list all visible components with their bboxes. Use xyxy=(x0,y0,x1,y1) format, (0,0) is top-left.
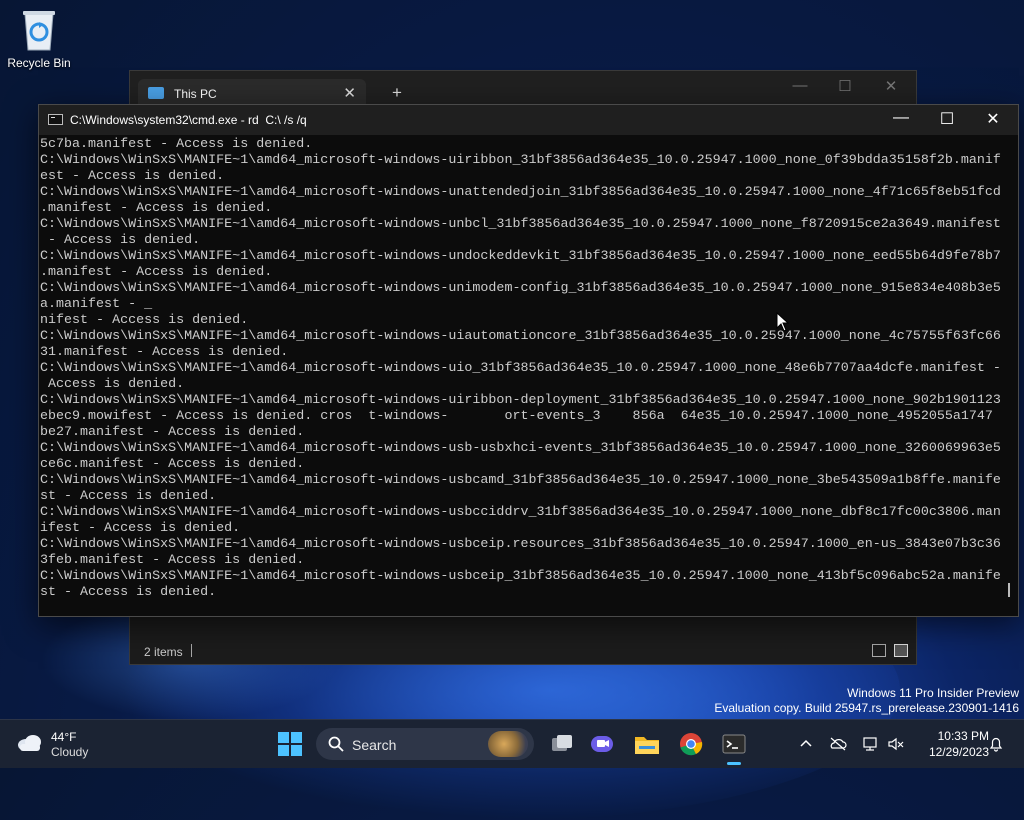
console-line: - Access is denied. xyxy=(40,233,201,248)
windows-logo-icon xyxy=(278,732,302,756)
console-line: ce6c.manifest - Access is denied. xyxy=(40,457,305,472)
chat-icon xyxy=(591,736,613,752)
task-view-icon xyxy=(552,735,572,751)
weather-temp: 44°F xyxy=(51,730,77,744)
console-line: est - Access is denied. xyxy=(40,169,225,184)
start-button[interactable] xyxy=(274,728,306,760)
onedrive-offline-icon[interactable] xyxy=(829,736,847,752)
console-line: C:\Windows\WinSxS\MANIFE~1\amd64_microso… xyxy=(40,329,1001,344)
search-label: Search xyxy=(352,737,397,753)
console-icon xyxy=(48,114,63,125)
folder-icon xyxy=(635,737,659,754)
console-line: C:\Windows\WinSxS\MANIFE~1\amd64_microso… xyxy=(40,569,1001,584)
console-line: st - Access is denied. xyxy=(40,585,217,600)
explorer-close-button[interactable]: ✕ xyxy=(876,77,906,95)
terminal-taskbar-button[interactable] xyxy=(718,728,750,760)
search-icon xyxy=(328,736,344,752)
console-line: 3feb.manifest - Access is denied. xyxy=(40,553,305,568)
console-line: C:\Windows\WinSxS\MANIFE~1\amd64_microso… xyxy=(40,473,1001,488)
taskbar: 44°F Cloudy Search 10:33 PM 12/29/2023 xyxy=(0,719,1024,768)
recycle-bin-label: Recycle Bin xyxy=(7,56,71,70)
console-line: Access is denied. xyxy=(40,377,185,392)
cmd-title: C:\Windows\system32\cmd.exe - rd C:\ /s … xyxy=(70,113,307,127)
weather-condition: Cloudy xyxy=(51,745,89,759)
tiles-view-icon[interactable] xyxy=(894,644,908,657)
teams-chat-button[interactable] xyxy=(586,728,618,760)
console-line: C:\Windows\WinSxS\MANIFE~1\amd64_microso… xyxy=(40,185,1001,200)
console-line: 31.manifest - Access is denied. xyxy=(40,345,289,360)
console-line: C:\Windows\WinSxS\MANIFE~1\amd64_microso… xyxy=(40,505,1001,520)
search-highlight-icon xyxy=(488,731,528,757)
explorer-statusbar: 2 items xyxy=(130,638,916,664)
console-line: a.manifest - _ xyxy=(40,297,153,312)
explorer-minimize-button[interactable]: — xyxy=(785,77,815,94)
console-line: C:\Windows\WinSxS\MANIFE~1\amd64_microso… xyxy=(40,281,1001,296)
console-line: C:\Windows\WinSxS\MANIFE~1\amd64_microso… xyxy=(40,441,1001,456)
notification-bell-icon[interactable] xyxy=(987,736,1005,752)
terminal-icon xyxy=(722,734,746,754)
console-line: ebec9.mowifest - Access is denied. cros … xyxy=(40,409,993,424)
cmd-minimize-button[interactable]: — xyxy=(881,109,921,127)
volume-muted-icon[interactable] xyxy=(887,736,905,752)
cmd-titlebar[interactable]: C:\Windows\system32\cmd.exe - rd C:\ /s … xyxy=(39,105,1018,135)
cmd-close-button[interactable]: ✕ xyxy=(973,109,1013,129)
console-line: C:\Windows\WinSxS\MANIFE~1\amd64_microso… xyxy=(40,393,1001,408)
console-line: ifest - Access is denied. xyxy=(40,521,241,536)
file-explorer-taskbar-button[interactable] xyxy=(631,728,663,760)
console-line: .manifest - Access is denied. xyxy=(40,201,273,216)
recycle-bin-icon xyxy=(20,8,58,52)
console-line: .manifest - Access is denied. xyxy=(40,265,273,280)
chrome-taskbar-button[interactable] xyxy=(675,728,707,760)
console-line: 5c7ba.manifest - Access is denied. xyxy=(40,137,313,152)
console-line: C:\Windows\WinSxS\MANIFE~1\amd64_microso… xyxy=(40,361,1001,376)
console-scrollbar[interactable] xyxy=(1008,583,1010,597)
console-line: C:\Windows\WinSxS\MANIFE~1\amd64_microso… xyxy=(40,153,1001,168)
recycle-bin-shortcut[interactable]: Recycle Bin xyxy=(6,8,72,70)
mouse-cursor-icon xyxy=(776,312,790,332)
task-view-button[interactable] xyxy=(546,728,578,760)
status-separator xyxy=(191,644,192,657)
show-hidden-icons-chevron-icon[interactable] xyxy=(797,736,815,752)
console-line: st - Access is denied. xyxy=(40,489,217,504)
cmd-maximize-button[interactable]: ☐ xyxy=(927,109,967,129)
console-line: be27.manifest - Access is denied. xyxy=(40,425,305,440)
watermark-edition: Windows 11 Pro Insider Preview xyxy=(847,686,1019,700)
monitor-icon xyxy=(148,87,164,99)
clock[interactable]: 10:33 PM 12/29/2023 xyxy=(929,728,989,760)
item-count: 2 items xyxy=(144,645,183,659)
new-tab-button[interactable]: + xyxy=(392,83,402,103)
cmd-window[interactable]: C:\Windows\system32\cmd.exe - rd C:\ /s … xyxy=(38,104,1019,617)
clock-date: 12/29/2023 xyxy=(928,745,989,759)
evaluation-watermark: Windows 11 Pro Insider Preview Evaluatio… xyxy=(714,686,1019,716)
console-output[interactable]: 5c7ba.manifest - Access is denied. C:\Win… xyxy=(40,137,1004,609)
chrome-icon xyxy=(680,733,703,756)
console-line: C:\Windows\WinSxS\MANIFE~1\amd64_microso… xyxy=(40,217,1001,232)
tab-label: This PC xyxy=(174,87,217,101)
clock-time: 10:33 PM xyxy=(937,729,989,743)
active-app-indicator xyxy=(727,762,741,765)
tab-close-icon[interactable]: ✕ xyxy=(343,84,356,102)
cloud-icon xyxy=(18,735,41,751)
details-view-icon[interactable] xyxy=(872,644,886,657)
watermark-build: Evaluation copy. Build 25947.rs_prerelea… xyxy=(714,701,1019,715)
taskbar-search[interactable]: Search xyxy=(316,728,534,760)
network-icon[interactable] xyxy=(861,736,879,752)
console-line: C:\Windows\WinSxS\MANIFE~1\amd64_microso… xyxy=(40,537,1001,552)
explorer-maximize-button[interactable]: ☐ xyxy=(830,77,860,95)
console-line: nifest - Access is denied. xyxy=(40,313,249,328)
console-line: C:\Windows\WinSxS\MANIFE~1\amd64_microso… xyxy=(40,249,1001,264)
